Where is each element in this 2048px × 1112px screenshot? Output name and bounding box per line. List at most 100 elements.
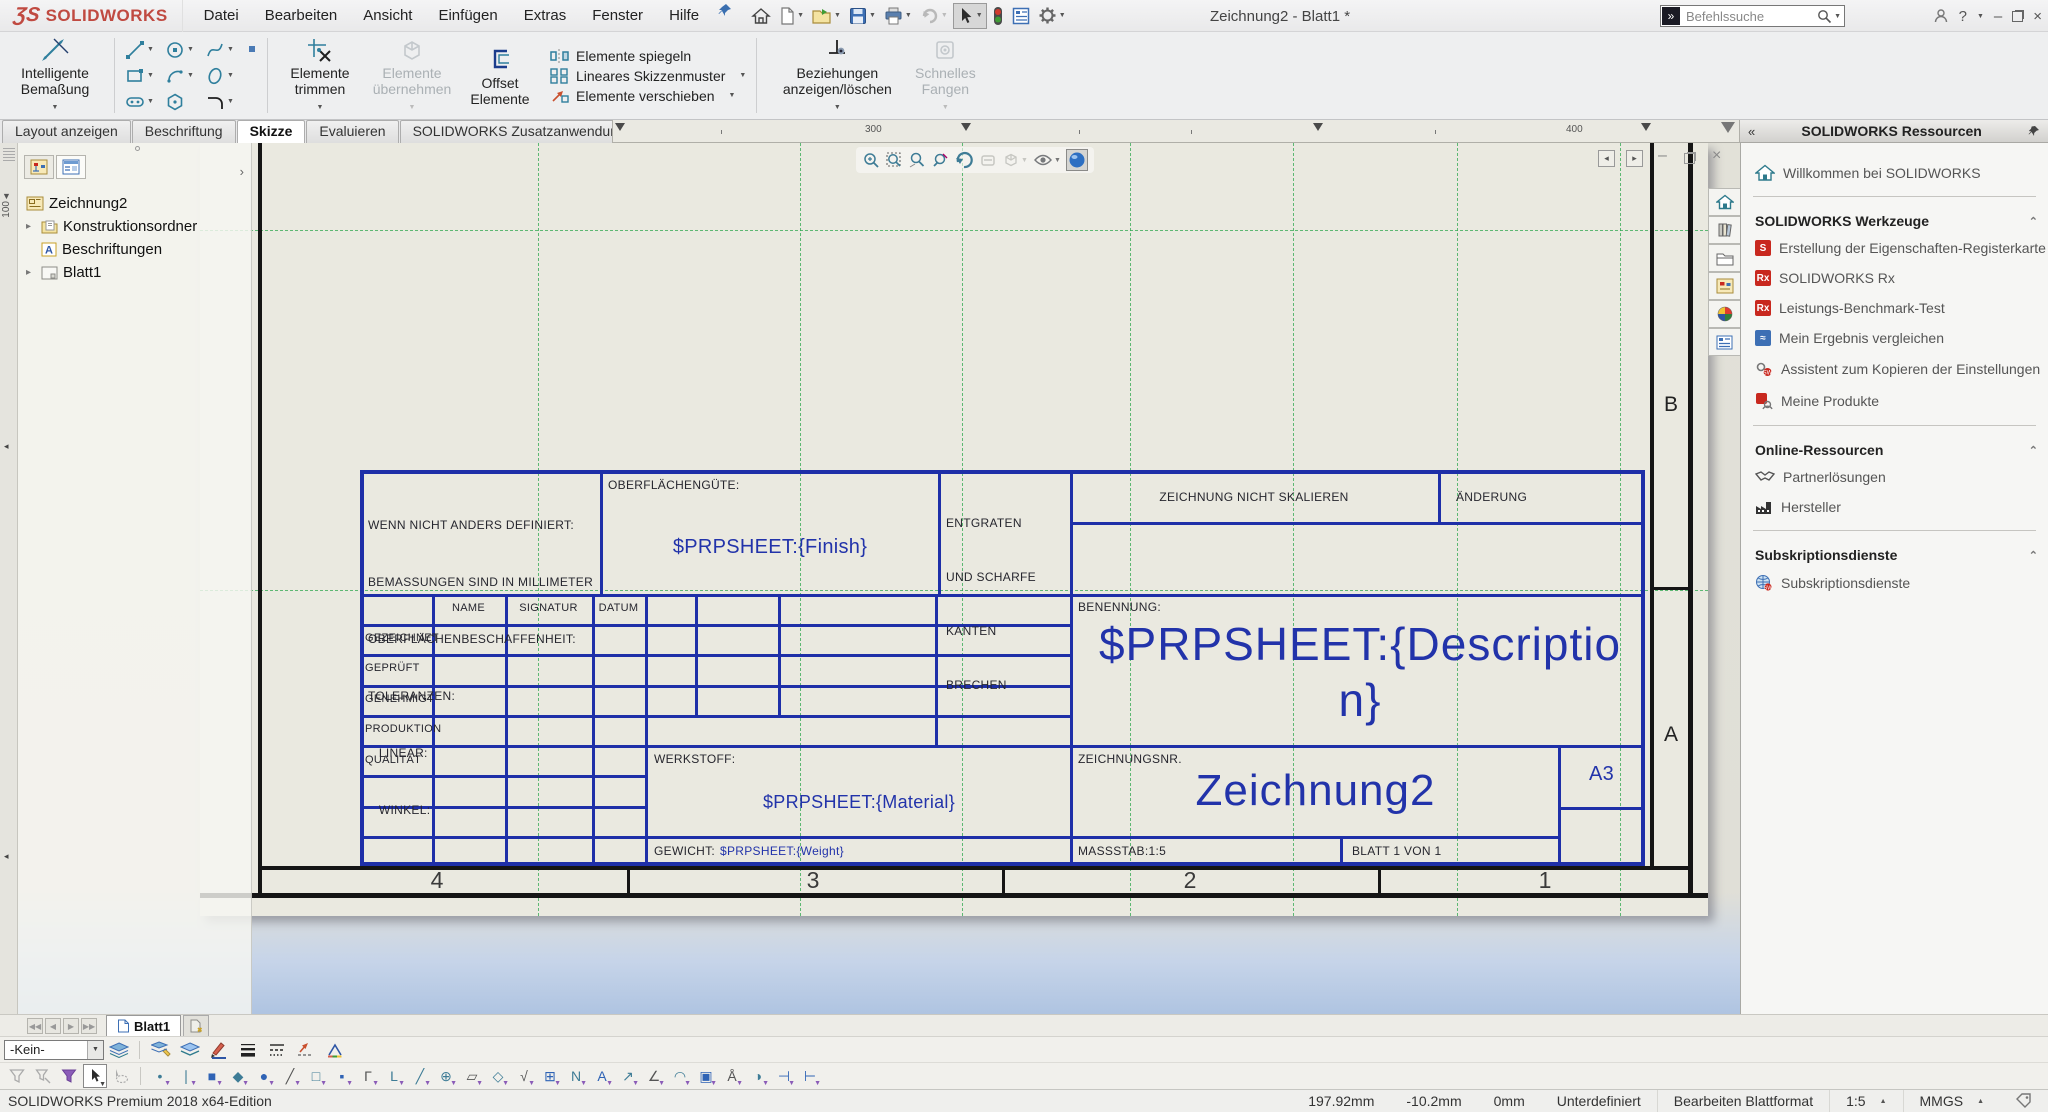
zoom-selection-icon[interactable]	[931, 151, 949, 169]
title-block[interactable]: WENN NICHT ANDERS DEFINIERT: BEMASSUNGEN…	[360, 470, 1645, 866]
view-palette-icon[interactable]	[1708, 272, 1740, 300]
open-button[interactable]: ▼	[809, 3, 844, 29]
options-list-button[interactable]	[1009, 3, 1033, 29]
filter-blocks-icon[interactable]: ◑▼	[746, 1064, 770, 1088]
file-explorer-icon[interactable]	[1708, 244, 1740, 272]
rectangle-tool[interactable]: ▼	[125, 66, 165, 86]
new-document-button[interactable]: ▼	[776, 3, 807, 29]
filter-sketch-points-icon[interactable]: ⊕▼	[434, 1064, 458, 1088]
item-subskriptionsdienste[interactable]: SW Subskriptionsdienste	[1741, 567, 2048, 599]
child-close-icon[interactable]: ×	[1712, 147, 1721, 165]
close-button[interactable]: ×	[2033, 8, 2042, 25]
menu-extras[interactable]: Extras	[513, 3, 578, 28]
expand-arrow-icon[interactable]: ▸	[26, 267, 36, 278]
filter-dimensions-icon[interactable]: ⊞▼	[538, 1064, 562, 1088]
child-minimize-icon[interactable]: –	[1658, 147, 1667, 165]
section-subskriptionsdienste[interactable]: Subskriptionsdienste⌃	[1741, 539, 2048, 567]
offset-entities-button[interactable]: Offset Elemente	[462, 42, 538, 110]
tab-featuremanager-icon[interactable]	[24, 155, 54, 179]
combo-dropdown-icon[interactable]: ▼	[87, 1041, 103, 1059]
units-status[interactable]: MMGS▲	[1904, 1093, 2001, 1109]
item-ergebnis-vergleichen[interactable]: ≈ Mein Ergebnis vergleichen	[1741, 323, 2048, 353]
minimize-button[interactable]: –	[1994, 8, 2002, 25]
custom-properties-icon[interactable]	[1708, 328, 1740, 356]
welcome-link[interactable]: Willkommen bei SOLIDWORKS	[1741, 157, 2048, 188]
filter-planes-icon[interactable]: □▼	[304, 1064, 328, 1088]
pin-menu-icon[interactable]	[718, 3, 732, 28]
item-hersteller[interactable]: Hersteller	[1741, 492, 2048, 522]
save-button[interactable]: ▼	[846, 3, 879, 29]
splitter-handle[interactable]	[3, 147, 15, 161]
linear-sketch-pattern-button[interactable]: Lineares Skizzenmuster ▼	[550, 68, 746, 84]
child-restore-icon[interactable]	[1684, 151, 1695, 169]
move-entities-button[interactable]: Elemente verschieben ▼	[550, 88, 746, 104]
zoom-area-icon[interactable]	[885, 151, 903, 169]
section-werkzeuge[interactable]: SOLIDWORKS Werkzeuge⌃	[1741, 205, 2048, 233]
tree-item-drawing-root[interactable]: Zeichnung2	[26, 195, 127, 212]
tree-flyout-chevron[interactable]: ›	[240, 164, 244, 179]
rebuild-traffic-light-button[interactable]	[989, 3, 1007, 29]
tab-beschriftung[interactable]: Beschriftung	[132, 120, 236, 143]
filter-midpoints-icon[interactable]: ▱▼	[460, 1064, 484, 1088]
item-meine-produkte[interactable]: Meine Produkte	[1741, 385, 2048, 417]
sheet-scale-status[interactable]: 1:5▲	[1830, 1093, 1902, 1109]
menu-ansicht[interactable]: Ansicht	[352, 3, 423, 28]
chevron-up-icon[interactable]: ⌃	[2029, 549, 2038, 562]
search-dropdown-icon[interactable]: ▼	[1834, 13, 1841, 20]
taskpane-home-icon[interactable]	[1708, 188, 1740, 216]
layer-properties-button[interactable]	[105, 1039, 132, 1061]
design-library-icon[interactable]	[1708, 216, 1740, 244]
rotate-view-icon[interactable]	[954, 150, 974, 170]
search-icon[interactable]	[1817, 9, 1832, 24]
lasso-select-icon[interactable]	[109, 1064, 133, 1088]
ellipse-tool[interactable]: ▼	[205, 66, 245, 86]
zoom-fit-icon[interactable]	[862, 151, 880, 169]
tree-item-konstruktionsordner[interactable]: ▸ Konstruktionsordner	[26, 218, 197, 235]
tab-evaluieren[interactable]: Evaluieren	[306, 120, 398, 143]
chevron-up-icon[interactable]: ⌃	[2029, 444, 2038, 457]
filter-coordinate-systems-icon[interactable]: Γ▼	[356, 1064, 380, 1088]
next-window-button[interactable]: ▸	[1626, 150, 1643, 167]
appearances-icon[interactable]	[1708, 300, 1740, 328]
filter-balloons-icon[interactable]: ↗▼	[616, 1064, 640, 1088]
add-sheet-tab[interactable]	[183, 1015, 209, 1036]
item-partnerloesungen[interactable]: Partnerlösungen	[1741, 462, 2048, 492]
filter-annotations-icon[interactable]: N▼	[564, 1064, 588, 1088]
filter-datums-icon[interactable]: ▣▼	[694, 1064, 718, 1088]
item-einstellungen-assistent[interactable]: SW Assistent zum Kopieren der Einstellun…	[1741, 353, 2048, 385]
filter-sketch-segments-icon[interactable]: ╱▼	[408, 1064, 432, 1088]
tree-item-beschriftungen[interactable]: ▸ A Beschriftungen	[26, 241, 162, 258]
filter-surface-finish-icon[interactable]: Å▼	[720, 1064, 744, 1088]
filter-origins-icon[interactable]: ▪▼	[330, 1064, 354, 1088]
menu-einfuegen[interactable]: Einfügen	[427, 3, 508, 28]
smart-dimension-button[interactable]: Intelligente Bemaßung ▼	[6, 32, 104, 119]
settings-gear-button[interactable]: ▼	[1035, 3, 1069, 29]
polygon-tool[interactable]	[165, 92, 205, 112]
user-account-icon[interactable]	[1933, 8, 1949, 24]
filter-routing-points-icon[interactable]: ⊢▼	[798, 1064, 822, 1088]
filter-edges-icon[interactable]: ∣▼	[174, 1064, 198, 1088]
view-settings-sphere-icon[interactable]	[1066, 149, 1088, 171]
fillet-tool[interactable]: ▼	[205, 92, 245, 112]
filter-solid-bodies-icon[interactable]: ●▼	[252, 1064, 276, 1088]
filter-weld-symbols-icon[interactable]: ∠▼	[642, 1064, 666, 1088]
home-button[interactable]	[748, 3, 774, 29]
item-eigenschaften-registerkarte[interactable]: S Erstellung der Eigenschaften-Registerk…	[1741, 233, 2048, 263]
select-tool-button[interactable]: ▼	[953, 3, 987, 29]
filter-surface-bodies-icon[interactable]: ◆▼	[226, 1064, 250, 1088]
filter-toggle-icon[interactable]	[5, 1064, 29, 1088]
clear-filters-icon[interactable]	[57, 1064, 81, 1088]
search-input[interactable]: Befehlssuche	[1681, 9, 1817, 24]
line-color-button[interactable]	[205, 1039, 232, 1061]
trim-entities-button[interactable]: Elemente trimmen ▼	[278, 32, 362, 119]
print-button[interactable]: ▼	[881, 3, 915, 29]
help-button[interactable]: ?	[1959, 8, 1967, 25]
filter-notes-icon[interactable]: A▼	[590, 1064, 614, 1088]
menu-hilfe[interactable]: Hilfe	[658, 3, 710, 28]
line-thickness-button[interactable]	[234, 1039, 261, 1061]
sheet-tab-blatt1[interactable]: Blatt1	[106, 1015, 181, 1036]
line-style-button[interactable]	[263, 1039, 290, 1061]
filter-centerline-icon[interactable]: √▼	[512, 1064, 536, 1088]
menu-bearbeiten[interactable]: Bearbeiten	[254, 3, 349, 28]
layers-button[interactable]	[176, 1039, 203, 1061]
